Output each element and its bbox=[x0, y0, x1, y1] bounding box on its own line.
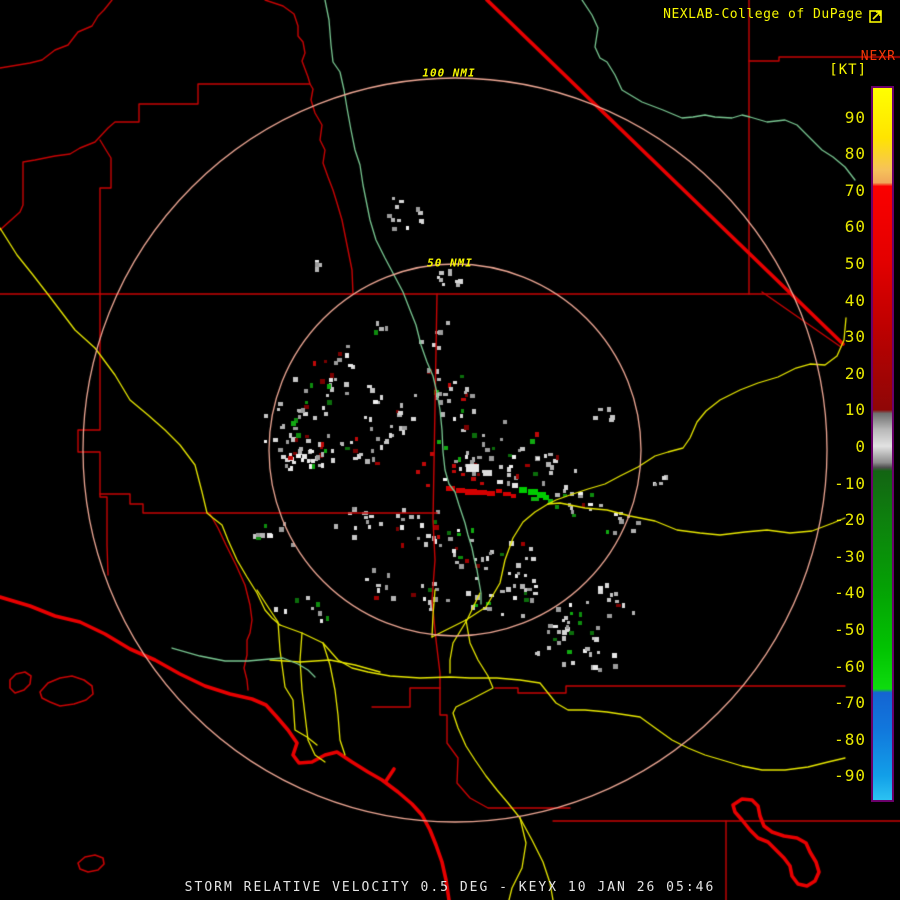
range-ring-label-50nmi: 50 NMI bbox=[427, 257, 473, 270]
colorbar-gradient bbox=[873, 88, 892, 800]
range-ring-label-100nmi: 100 NMI bbox=[422, 67, 475, 80]
product-title-bar: STORM RELATIVE VELOCITY 0.5 DEG - KEYX 1… bbox=[0, 880, 900, 895]
colorbar bbox=[871, 86, 894, 802]
window-link-icon bbox=[869, 8, 882, 21]
radar-display: 100 NMI 50 NMI NEXLAB-College of DuPage … bbox=[0, 0, 900, 900]
brand-text: NEXLAB-College of DuPage bbox=[663, 7, 863, 22]
colorbar-units-label: [KT] bbox=[829, 62, 867, 78]
radar-map-canvas bbox=[0, 0, 900, 900]
header: NEXLAB-College of DuPage bbox=[663, 7, 882, 22]
